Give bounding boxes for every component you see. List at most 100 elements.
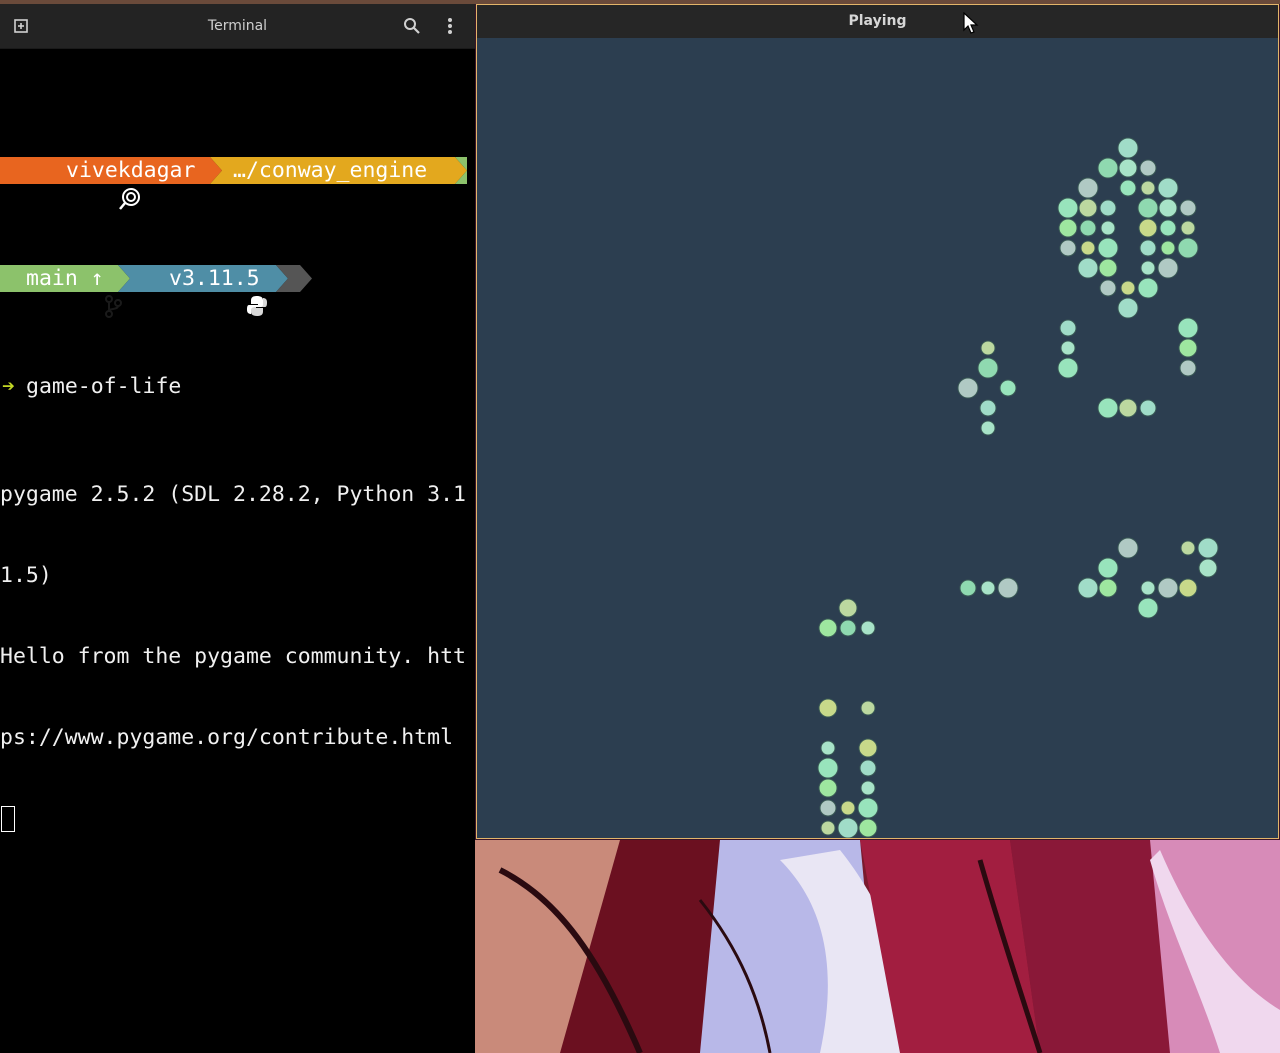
- live-cell: [1137, 277, 1159, 299]
- prompt-command: game-of-life: [26, 374, 182, 399]
- game-title: Playing: [848, 13, 907, 29]
- search-icon[interactable]: [400, 14, 424, 38]
- live-cell: [1077, 177, 1099, 199]
- live-cell: [858, 818, 878, 838]
- live-cell: [1120, 280, 1136, 296]
- live-cell: [1119, 179, 1137, 197]
- live-cell: [859, 759, 877, 777]
- live-cell: [837, 817, 859, 838]
- live-cell: [1140, 580, 1156, 596]
- prompt-path: …/conway_engine: [233, 158, 428, 183]
- live-cell: [860, 780, 876, 796]
- terminal-output[interactable]: vivekdagar …/conway_engine main ↑ v3.11.…: [0, 76, 475, 886]
- live-cell: [1080, 240, 1096, 256]
- live-cell: [999, 379, 1017, 397]
- live-cell: [959, 579, 977, 597]
- live-cell: [1178, 578, 1198, 598]
- live-cell: [1059, 239, 1077, 257]
- live-cell: [1098, 258, 1118, 278]
- live-cell: [1160, 240, 1176, 256]
- live-cell: [1117, 537, 1139, 559]
- live-cell: [1137, 597, 1159, 619]
- live-cell: [1059, 319, 1077, 337]
- game-window[interactable]: Playing: [476, 4, 1279, 839]
- live-cell: [819, 799, 837, 817]
- prompt-user: vivekdagar: [66, 158, 196, 183]
- live-cell: [1137, 197, 1159, 219]
- live-cell: [838, 598, 858, 618]
- live-cell: [1077, 257, 1099, 279]
- live-cell: [1097, 397, 1119, 419]
- live-cell: [977, 357, 999, 379]
- live-cell: [980, 340, 996, 356]
- live-cell: [1060, 340, 1076, 356]
- game-header[interactable]: Playing: [477, 5, 1278, 38]
- live-cell: [820, 820, 836, 836]
- live-cell: [840, 800, 856, 816]
- live-cell: [1097, 237, 1119, 259]
- live-cell: [1140, 260, 1156, 276]
- live-cell: [979, 399, 997, 417]
- live-cell: [1077, 577, 1099, 599]
- live-cell: [997, 577, 1019, 599]
- live-cell: [860, 700, 876, 716]
- live-cell: [1097, 157, 1119, 179]
- live-cell: [1198, 558, 1218, 578]
- live-cell: [817, 757, 839, 779]
- live-cell: [1158, 198, 1178, 218]
- live-cell: [1118, 398, 1138, 418]
- live-cell: [1098, 578, 1118, 598]
- prompt-branch: main ↑: [26, 266, 104, 291]
- live-cell: [1139, 239, 1157, 257]
- cursor-line: [0, 805, 475, 832]
- live-cell: [1157, 577, 1179, 599]
- live-cell: [1159, 219, 1177, 237]
- live-cell: [1058, 218, 1078, 238]
- output-line-1: pygame 2.5.2 (SDL 2.28.2, Python 3.1: [0, 482, 466, 507]
- live-cell: [1157, 177, 1179, 199]
- live-cell: [858, 738, 878, 758]
- output-line-2: 1.5): [0, 563, 52, 588]
- live-cell: [1099, 279, 1117, 297]
- live-cell: [1057, 197, 1079, 219]
- output-line-3: Hello from the pygame community. htt: [0, 644, 466, 669]
- live-cell: [857, 797, 879, 819]
- live-cell: [1180, 220, 1196, 236]
- live-cell: [980, 420, 996, 436]
- command-line: ➔ game-of-life: [0, 373, 475, 400]
- live-cell: [860, 620, 876, 636]
- live-cell: [818, 778, 838, 798]
- live-cell: [957, 377, 979, 399]
- mouse-pointer-icon: [963, 12, 979, 34]
- live-cell: [839, 619, 857, 637]
- prompt-line-2: main ↑ v3.11.5: [0, 265, 475, 318]
- live-cell: [1097, 557, 1119, 579]
- terminal-header[interactable]: Terminal: [0, 4, 475, 49]
- live-cell: [1180, 540, 1196, 556]
- live-cell: [1157, 257, 1179, 279]
- text-cursor: [1, 806, 15, 832]
- live-cell: [980, 580, 996, 596]
- prompt-line-1: vivekdagar …/conway_engine: [0, 157, 475, 210]
- live-cell: [1177, 317, 1199, 339]
- terminal-window[interactable]: Terminal vivekdagar …/conway_engine main…: [0, 4, 475, 1053]
- live-cell: [1100, 220, 1116, 236]
- live-cell: [818, 618, 838, 638]
- live-cell: [1057, 357, 1079, 379]
- live-cell: [1139, 399, 1157, 417]
- live-cell: [1117, 297, 1139, 319]
- prompt-arrow: ➔: [2, 374, 15, 399]
- live-cell: [1178, 338, 1198, 358]
- live-cell: [1140, 180, 1156, 196]
- live-cell: [820, 740, 836, 756]
- prompt-python-version: v3.11.5: [169, 266, 260, 291]
- live-cell: [1079, 219, 1097, 237]
- live-cell: [1179, 359, 1197, 377]
- menu-dots-icon[interactable]: [438, 14, 462, 38]
- live-cell: [1177, 237, 1199, 259]
- live-cell: [1118, 158, 1138, 178]
- live-cell: [1099, 199, 1117, 217]
- output-line-4: ps://www.pygame.org/contribute.html: [0, 725, 454, 750]
- live-cell: [818, 698, 838, 718]
- game-board[interactable]: [477, 38, 1278, 838]
